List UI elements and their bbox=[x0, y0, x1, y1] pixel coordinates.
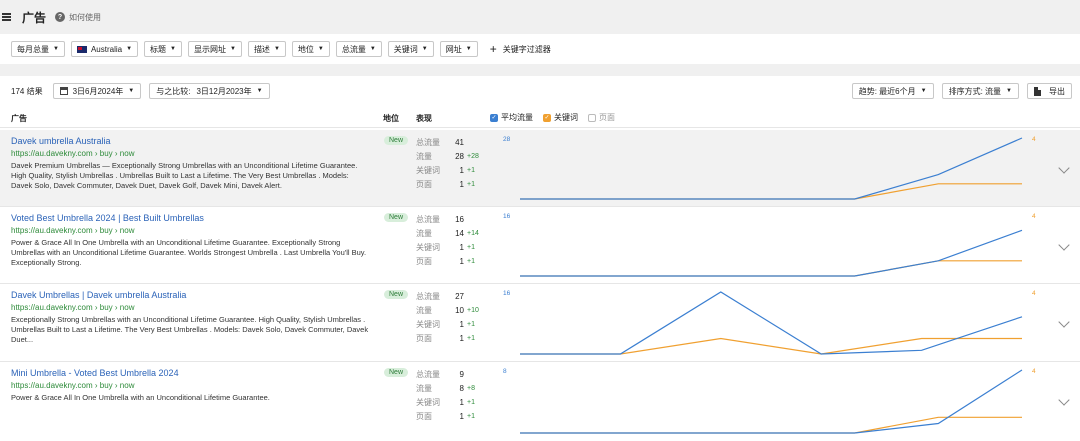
new-badge: New bbox=[384, 290, 409, 299]
ad-title[interactable]: Voted Best Umbrella 2024 | Best Built Um… bbox=[11, 213, 204, 223]
filter-position[interactable]: 地位 ▼ bbox=[291, 41, 330, 57]
table-row: Voted Best Umbrella 2024 | Best Built Um… bbox=[0, 207, 1080, 284]
compare-date-picker[interactable]: 与之比较: 3日12月2023年 ▼ bbox=[149, 83, 270, 99]
keywords-trend-line bbox=[520, 183, 1022, 200]
ad-description: Power & Grace All In One Umbrella with a… bbox=[11, 393, 270, 402]
ad-url[interactable]: https://au.davekny.com › buy › now bbox=[11, 381, 134, 390]
ad-title[interactable]: Mini Umbrella - Voted Best Umbrella 2024 bbox=[11, 368, 179, 378]
new-badge: New bbox=[384, 368, 409, 377]
ad-url[interactable]: https://au.davekny.com › buy › now bbox=[11, 226, 134, 235]
export-icon bbox=[1034, 86, 1041, 96]
keywords-checkbox[interactable]: ✓ bbox=[543, 113, 551, 122]
controls-row: 174 结果 3日6月2024年 ▼ 与之比较: 3日12月2023年 ▼ 趋势: … bbox=[0, 76, 1080, 106]
keywords-trend-line bbox=[520, 337, 1022, 355]
column-performance: 表现 bbox=[416, 114, 432, 123]
filter-bar: 每月总量 ▼ Australia ▼ 标题 ▼ 显示网址 ▼ 描述 ▼ 地位 ▼ 总流量 ▼ … bbox=[0, 34, 1080, 64]
date-picker[interactable]: 3日6月2024年 ▼ bbox=[52, 83, 142, 99]
australia-flag-icon bbox=[76, 45, 87, 53]
avg-traffic-trend-line bbox=[520, 291, 1023, 355]
pages-label: 页面 bbox=[599, 113, 615, 122]
ad-url[interactable]: https://au.davekny.com › buy › now bbox=[11, 149, 134, 158]
help-icon[interactable]: ? bbox=[55, 12, 66, 22]
avg-traffic-label: 平均流量 bbox=[501, 113, 533, 122]
trend-chart-svg bbox=[520, 369, 1023, 434]
column-ad: 广告 bbox=[11, 114, 27, 123]
new-badge: New bbox=[384, 213, 409, 222]
trend-chart-svg bbox=[520, 137, 1023, 200]
menu-icon[interactable] bbox=[2, 13, 12, 21]
expand-chevron-icon[interactable] bbox=[1058, 162, 1070, 174]
ad-stats: 总流量 27 流量 10 +10 关键词 1 +1 页面 1 +1 bbox=[416, 291, 479, 343]
avg-traffic-trend-line bbox=[520, 369, 1023, 434]
avg-traffic-trend-line bbox=[520, 229, 1023, 277]
filter-url[interactable]: 网址 ▼ bbox=[439, 41, 478, 57]
sort-select[interactable]: 排序方式: 流量 ▼ bbox=[941, 83, 1019, 99]
ad-stats: 总流量 16 流量 14 +14 关键词 1 +1 页面 1 +1 bbox=[416, 214, 479, 266]
chart-legend: ✓ 平均流量 ✓ 关键词 页面 bbox=[490, 112, 625, 123]
table-header: 广告 地位 表现 ✓ 平均流量 ✓ 关键词 页面 bbox=[0, 108, 1080, 128]
avg-traffic-trend-line bbox=[520, 137, 1023, 200]
results-count: 174 结果 bbox=[11, 86, 43, 96]
ad-description: Davek Premium Umbrellas — Exceptionally … bbox=[11, 161, 358, 190]
ad-description: Power & Grace All In One Umbrella with a… bbox=[11, 238, 367, 267]
keywords-label: 关键词 bbox=[554, 113, 578, 122]
table-row: Davek umbrella Australia https://au.dave… bbox=[0, 130, 1080, 207]
top-bar: 广告 ? 如何使用 bbox=[0, 0, 1080, 34]
filter-total-traffic[interactable]: 总流量 ▼ bbox=[335, 41, 382, 57]
page-title: 广告 bbox=[22, 10, 47, 25]
plus-icon: + bbox=[489, 42, 497, 56]
filter-title[interactable]: 标题 ▼ bbox=[144, 41, 182, 57]
table-row: Mini Umbrella - Voted Best Umbrella 2024… bbox=[0, 362, 1080, 441]
filter-monthly-volume[interactable]: 每月总量 ▼ bbox=[11, 41, 65, 57]
ad-stats: 总流量 9 流量 8 +8 关键词 1 +1 页面 1 +1 bbox=[416, 369, 475, 421]
trend-chart-svg bbox=[520, 291, 1023, 355]
trend-select[interactable]: 趋势: 最近6个月 ▼ bbox=[851, 83, 934, 99]
filter-description[interactable]: 描述 ▼ bbox=[247, 41, 286, 57]
column-position[interactable]: 地位 bbox=[383, 113, 399, 124]
keywords-trend-line bbox=[520, 260, 1022, 277]
ad-title[interactable]: Davek umbrella Australia bbox=[11, 136, 111, 146]
avg-traffic-checkbox[interactable]: ✓ bbox=[490, 113, 498, 122]
help-link[interactable]: 如何使用 bbox=[69, 12, 101, 23]
table-row: Davek Umbrellas | Davek umbrella Austral… bbox=[0, 284, 1080, 362]
new-badge: New bbox=[384, 136, 409, 145]
ad-title[interactable]: Davek Umbrellas | Davek umbrella Austral… bbox=[11, 290, 186, 300]
expand-chevron-icon[interactable] bbox=[1058, 316, 1070, 328]
ad-description: Exceptionally Strong Umbrellas with an U… bbox=[11, 315, 369, 344]
filter-display-url[interactable]: 显示网址 ▼ bbox=[187, 41, 242, 57]
add-keyword-filter-button[interactable]: + 关键字过滤器 bbox=[490, 42, 551, 56]
pages-checkbox[interactable] bbox=[588, 113, 596, 122]
filter-country[interactable]: Australia ▼ bbox=[70, 41, 139, 57]
trend-chart-svg bbox=[520, 229, 1023, 277]
filter-keywords[interactable]: 关键词 ▼ bbox=[387, 41, 434, 57]
ad-stats: 总流量 41 流量 28 +28 关键词 1 +1 页面 1 +1 bbox=[416, 137, 479, 189]
ad-url[interactable]: https://au.davekny.com › buy › now bbox=[11, 303, 134, 312]
expand-chevron-icon[interactable] bbox=[1058, 239, 1070, 251]
calendar-icon bbox=[59, 87, 68, 95]
export-button[interactable]: 导出 bbox=[1027, 83, 1072, 99]
expand-chevron-icon[interactable] bbox=[1058, 394, 1070, 406]
main-panel: 174 结果 3日6月2024年 ▼ 与之比较: 3日12月2023年 ▼ 趋势: … bbox=[0, 76, 1080, 441]
keywords-trend-line bbox=[520, 416, 1022, 434]
